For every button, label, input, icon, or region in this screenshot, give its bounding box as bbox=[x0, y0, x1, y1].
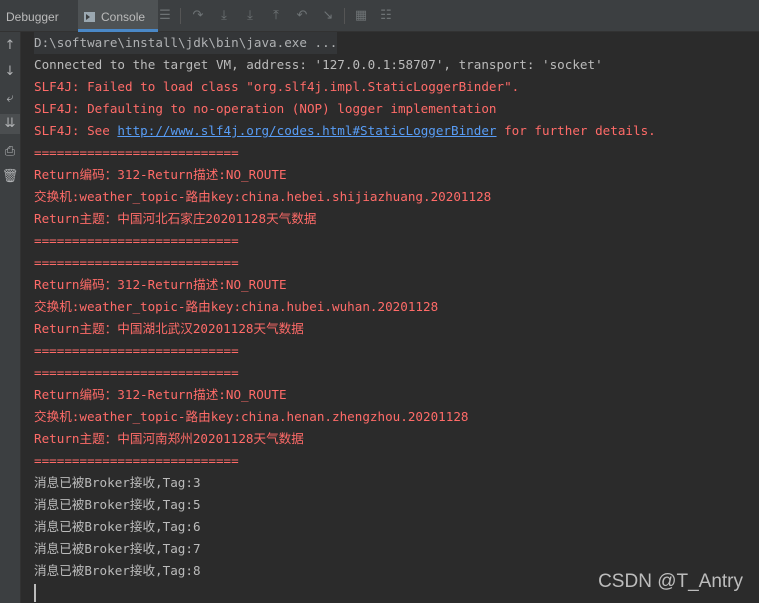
console-line-separator: =========================== bbox=[34, 233, 239, 248]
toolbar-divider bbox=[180, 8, 181, 24]
console-line-ack: 消息已被Broker接收,Tag:8 bbox=[34, 563, 201, 578]
console-line-slf4j-3: SLF4J: See http://www.slf4j.org/codes.ht… bbox=[34, 120, 656, 142]
tab-console-label: Console bbox=[101, 10, 146, 24]
console-line-ack: 消息已被Broker接收,Tag:5 bbox=[34, 497, 201, 512]
console-line-return-subject: Return主题：中国河北石家庄20201128天气数据 bbox=[34, 211, 317, 226]
tab-console[interactable]: Console bbox=[78, 0, 158, 32]
console-line-return-subject: Return主题：中国湖北武汉20201128天气数据 bbox=[34, 321, 304, 336]
evaluate-icon[interactable]: ▦ bbox=[353, 8, 369, 24]
ide-debug-window: Debugger Console ☰ ↷ ⤓ ⤓ ⤒ ↶ ↘ ▦ ☷ ↑ ↓ ⤶… bbox=[0, 0, 759, 603]
console-line-separator: =========================== bbox=[34, 365, 239, 380]
console-line-separator: =========================== bbox=[34, 255, 239, 270]
console-line-ack: 消息已被Broker接收,Tag:7 bbox=[34, 541, 201, 556]
console-line-return-code: Return编码：312-Return描述:NO_ROUTE bbox=[34, 167, 287, 182]
menu-icon[interactable]: ☰ bbox=[157, 8, 173, 24]
text-caret bbox=[34, 584, 36, 602]
step-out-icon[interactable]: ⤒ bbox=[268, 8, 284, 24]
console-line-slf4j-1: SLF4J: Failed to load class "org.slf4j.i… bbox=[34, 79, 520, 94]
console-line-return-code: Return编码：312-Return描述:NO_ROUTE bbox=[34, 277, 287, 292]
console-line-ack: 消息已被Broker接收,Tag:6 bbox=[34, 519, 201, 534]
slf4j-3-suffix: for further details. bbox=[496, 123, 656, 138]
console-icon bbox=[84, 11, 95, 22]
tool-window-tabbar: Debugger Console ☰ ↷ ⤓ ⤓ ⤒ ↶ ↘ ▦ ☷ bbox=[0, 0, 759, 32]
drop-frame-icon[interactable]: ↶ bbox=[294, 8, 310, 24]
print-icon[interactable]: ⎙ bbox=[0, 142, 20, 162]
slf4j-docs-link[interactable]: http://www.slf4j.org/codes.html#StaticLo… bbox=[117, 123, 496, 138]
watermark: CSDN @T_Antry bbox=[598, 571, 743, 592]
soft-wrap-icon[interactable]: ⤶ bbox=[0, 89, 20, 109]
console-line-slf4j-2: SLF4J: Defaulting to no-operation (NOP) … bbox=[34, 101, 497, 116]
console-line-separator: =========================== bbox=[34, 343, 239, 358]
console-line-ack: 消息已被Broker接收,Tag:3 bbox=[34, 475, 201, 490]
console-line-command: D:\software\install\jdk\bin\java.exe ... bbox=[34, 32, 338, 54]
trash-icon[interactable]: 🗑 bbox=[0, 167, 20, 187]
force-step-into-icon[interactable]: ⤓ bbox=[242, 8, 258, 24]
up-arrow-icon[interactable]: ↑ bbox=[0, 36, 20, 56]
console-line-separator: =========================== bbox=[34, 145, 239, 160]
run-to-cursor-icon[interactable]: ↘ bbox=[320, 8, 336, 24]
step-into-icon[interactable]: ⤓ bbox=[216, 8, 232, 24]
console-line-exchange: 交换机:weather_topic-路由key:china.hebei.shij… bbox=[34, 189, 492, 204]
down-arrow-icon[interactable]: ↓ bbox=[0, 62, 20, 82]
step-over-icon[interactable]: ↷ bbox=[190, 8, 206, 24]
console-line-exchange: 交换机:weather_topic-路由key:china.hubei.wuha… bbox=[34, 299, 439, 314]
slf4j-3-prefix: SLF4J: See bbox=[34, 123, 118, 138]
console-side-toolbar: ↑ ↓ ⤶ ⇊ ⎙ 🗑 bbox=[0, 32, 21, 603]
console-line-return-subject: Return主题：中国河南郑州20201128天气数据 bbox=[34, 431, 304, 446]
trace-icon[interactable]: ☷ bbox=[378, 8, 394, 24]
tab-debugger[interactable]: Debugger bbox=[6, 0, 59, 32]
console-line-connected: Connected to the target VM, address: '12… bbox=[34, 57, 603, 72]
console-output[interactable]: D:\software\install\jdk\bin\java.exe ...… bbox=[22, 32, 759, 603]
console-line-exchange: 交换机:weather_topic-路由key:china.henan.zhen… bbox=[34, 409, 469, 424]
console-line-separator: =========================== bbox=[34, 453, 239, 468]
console-line-return-code: Return编码：312-Return描述:NO_ROUTE bbox=[34, 387, 287, 402]
scroll-to-end-icon[interactable]: ⇊ bbox=[0, 114, 20, 134]
toolbar-divider bbox=[344, 8, 345, 24]
